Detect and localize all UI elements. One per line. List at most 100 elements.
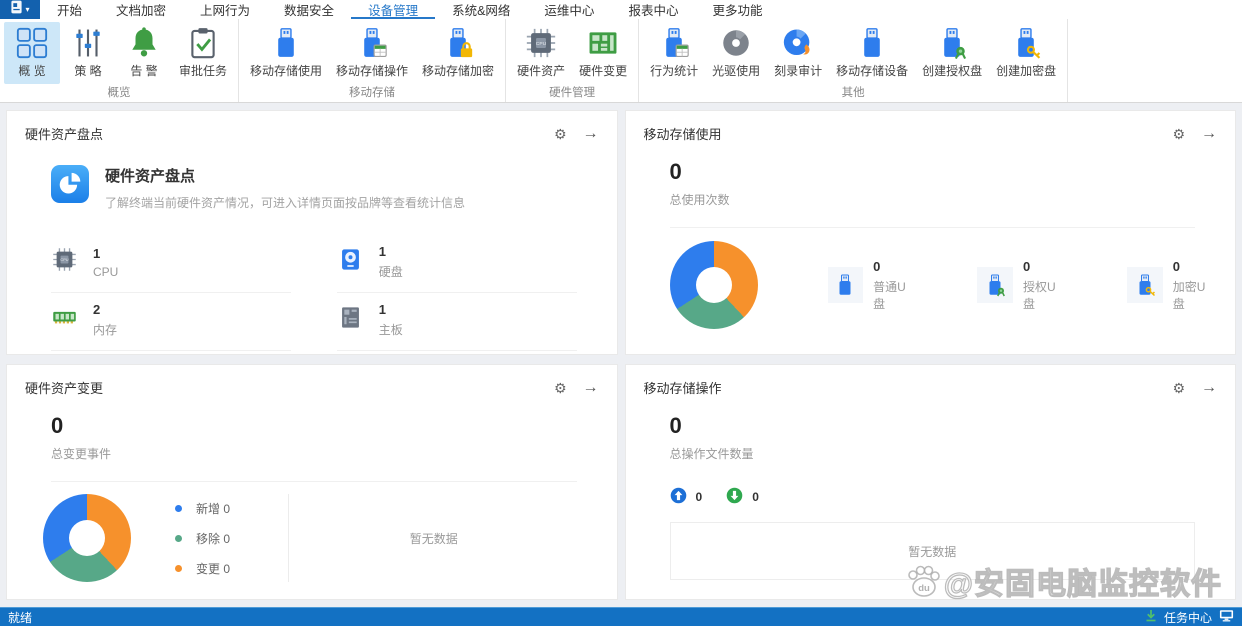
ribbon-item-storage-operation[interactable]: 移动存储操作: [329, 22, 415, 84]
ribbon-group-3: 行为统计光驱使用刻录审计移动存储设备创建授权盘创建加密盘其他: [639, 19, 1068, 102]
counter-value: 0: [752, 490, 759, 504]
menu-bar: ▾ 开始文档加密上网行为数据安全设备管理系统&网络运维中心报表中心更多功能: [0, 0, 1242, 19]
no-data-box: 暂无数据: [670, 522, 1196, 580]
bell-icon: [127, 26, 161, 60]
ribbon-item-hardware-changes[interactable]: 硬件变更: [572, 22, 634, 84]
ribbon-item-label: 移动存储加密: [422, 62, 494, 79]
legend-dot: [175, 505, 182, 512]
menu-item-report-center[interactable]: 报表中心: [611, 0, 695, 19]
menu-item-system-network[interactable]: 系统&网络: [435, 0, 527, 19]
pie-chart-app-icon: [51, 165, 89, 208]
stat-value: 1: [93, 246, 118, 261]
legend-dot: [175, 535, 182, 542]
ribbon-item-label: 移动存储设备: [836, 62, 908, 79]
ribbon-item-hardware-assets[interactable]: CPU 硬件资产: [510, 22, 572, 84]
arrow-right-icon[interactable]: →: [1201, 126, 1217, 142]
ribbon-item-label: 创建加密盘: [996, 62, 1056, 79]
menu-item-start[interactable]: 开始: [40, 0, 99, 19]
board-icon: [586, 26, 620, 60]
ribbon-item-label: 行为统计: [650, 62, 698, 79]
total-changes-label: 总变更事件: [51, 445, 599, 462]
ribbon-group-label: 硬件管理: [506, 84, 638, 103]
card-title: 硬件资产变更: [25, 378, 103, 397]
ribbon-item-optical-usage[interactable]: 光驱使用: [705, 22, 767, 84]
ribbon-item-label: 审批任务: [179, 62, 227, 79]
menu-item-doc-encryption[interactable]: 文档加密: [99, 0, 183, 19]
ribbon-item-approval-tasks[interactable]: 审批任务: [172, 22, 234, 84]
menu-item-more-features[interactable]: 更多功能: [695, 0, 779, 19]
ribbon-item-storage-usage[interactable]: 移动存储使用: [243, 22, 329, 84]
gear-icon[interactable]: ⚙: [554, 127, 567, 141]
ribbon-item-behavior-stats[interactable]: 行为统计: [643, 22, 705, 84]
ribbon-item-label: 策 略: [74, 62, 101, 79]
app-logo-icon: [10, 0, 23, 19]
arrow-right-icon[interactable]: →: [583, 380, 599, 396]
stat-value: 0: [1173, 259, 1217, 274]
grid-icon: [15, 26, 49, 60]
legend-item-新增: 新增 0: [175, 500, 230, 517]
usage-donut-chart: [670, 241, 758, 329]
board-stat-icon: [337, 304, 364, 336]
usb-lock-icon: [441, 26, 475, 60]
cd-burn-icon: [781, 26, 815, 60]
total-usage-count: 0: [670, 159, 1218, 185]
stat-value: 2: [93, 302, 117, 317]
hardware-stat-CPU: CPU 1 CPU: [51, 235, 291, 293]
hdd-stat-icon: [337, 246, 364, 278]
menu-item-internet-behavior[interactable]: 上网行为: [183, 0, 267, 19]
usb-table-icon: [657, 26, 691, 60]
stat-label: CPU: [93, 265, 118, 279]
card-title: 移动存储使用: [644, 124, 722, 143]
ribbon-item-overview[interactable]: 概 览: [4, 22, 60, 84]
changes-legend: 新增 0 移除 0 变更 0: [175, 500, 230, 577]
arrow-right-icon[interactable]: →: [583, 126, 599, 142]
down-circle-icon: [726, 487, 743, 507]
operation-counters: 00: [670, 487, 1218, 507]
ribbon-item-create-authorized-disk[interactable]: 创建授权盘: [915, 22, 989, 84]
status-bar: 就绪 任务中心: [0, 607, 1242, 626]
ribbon-item-label: 概 览: [18, 62, 45, 79]
legend-item-移除: 移除 0: [175, 530, 230, 547]
card-storage-operations: 移动存储操作 ⚙ → 0 总操作文件数量 00 暂无数据: [625, 364, 1237, 600]
stat-value: 1: [379, 244, 403, 259]
total-usage-label: 总使用次数: [670, 191, 1218, 208]
stat-label: 内存: [93, 321, 117, 338]
cpu-icon: CPU: [524, 26, 558, 60]
ribbon-item-policy[interactable]: 策 略: [60, 22, 116, 84]
application-window: ▾ 开始文档加密上网行为数据安全设备管理系统&网络运维中心报表中心更多功能 概 …: [0, 0, 1242, 626]
ribbon-item-create-encrypted-disk[interactable]: 创建加密盘: [989, 22, 1063, 84]
legend-dot: [175, 565, 182, 572]
feature-title: 硬件资产盘点: [105, 165, 465, 186]
ribbon-item-label: 硬件资产: [517, 62, 565, 79]
usb-table-icon: [355, 26, 389, 60]
ribbon-item-storage-devices[interactable]: 移动存储设备: [829, 22, 915, 84]
gear-icon[interactable]: ⚙: [554, 381, 567, 395]
usage-stat-加密U盘: 0加密U盘: [1127, 259, 1217, 312]
ribbon-item-burn-audit[interactable]: 刻录审计: [767, 22, 829, 84]
chevron-down-icon: ▾: [25, 6, 29, 14]
download-arrow-icon: [1145, 609, 1157, 625]
ribbon-item-alerts[interactable]: 告 警: [116, 22, 172, 84]
menu-items: 开始文档加密上网行为数据安全设备管理系统&网络运维中心报表中心更多功能: [40, 0, 779, 19]
counter-value: 0: [696, 490, 703, 504]
menu-item-device-management[interactable]: 设备管理: [351, 0, 435, 19]
ribbon-group-label: 其他: [639, 84, 1067, 103]
legend-label: 变更 0: [196, 560, 230, 577]
stat-value: 0: [1023, 259, 1067, 274]
ribbon-group-label: 移动存储: [239, 84, 505, 103]
dashboard-content: 硬件资产盘点 ⚙ → 硬件资产盘点 了解终端当前硬件资产情况，可进入详情页面按品…: [0, 103, 1242, 607]
arrow-right-icon[interactable]: →: [1201, 380, 1217, 396]
svg-text:CPU: CPU: [60, 257, 68, 262]
ribbon-item-storage-encryption[interactable]: 移动存储加密: [415, 22, 501, 84]
total-changes-count: 0: [51, 413, 599, 439]
legend-label: 新增 0: [196, 500, 230, 517]
gear-icon[interactable]: ⚙: [1172, 127, 1185, 141]
card-title: 硬件资产盘点: [25, 124, 103, 143]
task-center-button[interactable]: 任务中心: [1145, 609, 1234, 626]
gear-icon[interactable]: ⚙: [1172, 381, 1185, 395]
card-hardware-inventory: 硬件资产盘点 ⚙ → 硬件资产盘点 了解终端当前硬件资产情况，可进入详情页面按品…: [6, 110, 618, 355]
usb-icon: [855, 26, 889, 60]
app-logo-button[interactable]: ▾: [0, 0, 40, 19]
menu-item-data-security[interactable]: 数据安全: [267, 0, 351, 19]
menu-item-ops-center[interactable]: 运维中心: [527, 0, 611, 19]
